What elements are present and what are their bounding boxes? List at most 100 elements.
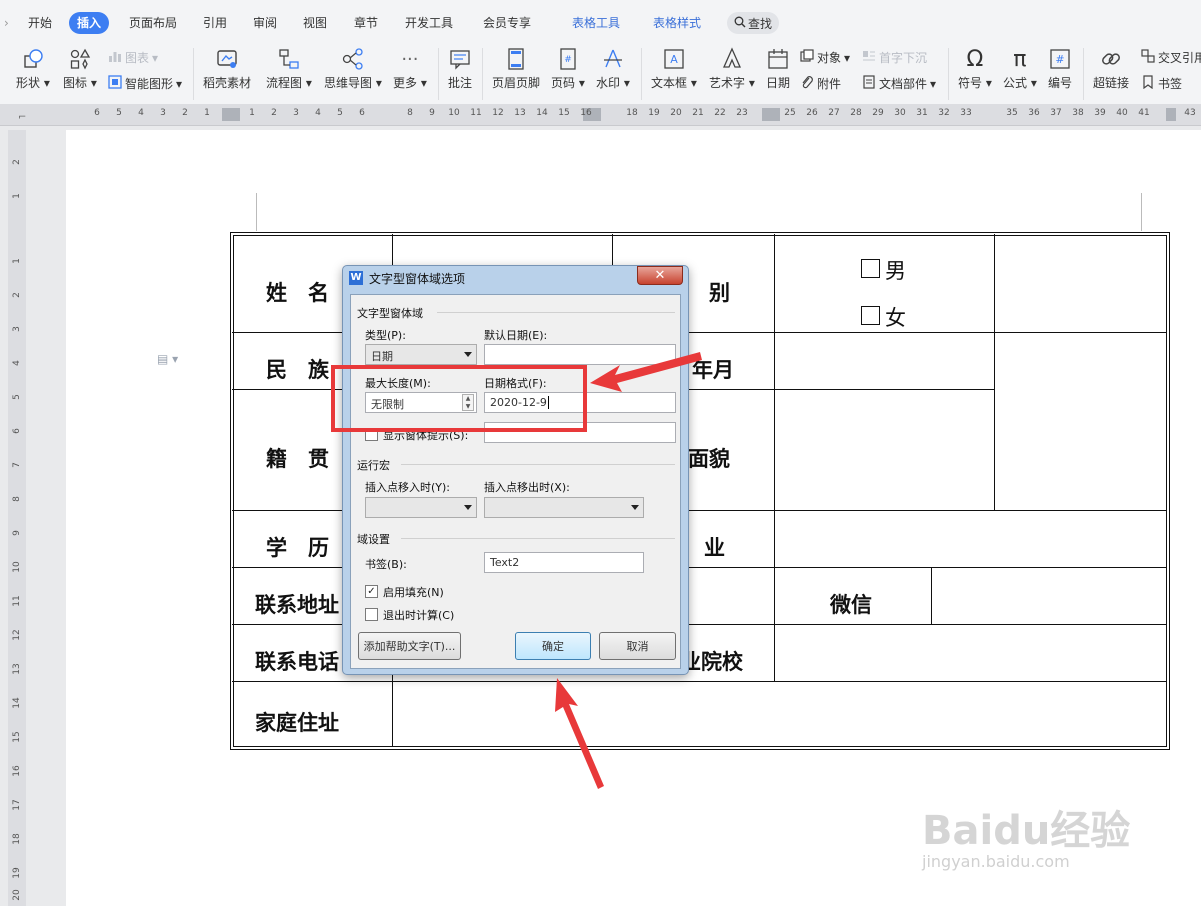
bookmark-icon [1141,75,1155,92]
shape-button[interactable]: 形状 ▾ [16,46,50,91]
chart-button[interactable]: 图表 ▾ [108,49,158,66]
calc-on-exit-label: 退出时计算(C) [383,609,455,622]
comment-button[interactable]: 批注 [447,46,473,91]
menu-overflow[interactable]: › [4,12,9,34]
section-macro-title: 运行宏 [357,459,390,472]
menu-item-table-tools[interactable]: 表格工具 [572,12,620,34]
vertical-ruler-number: 9 [12,530,22,536]
type-select[interactable]: 日期 [365,344,477,365]
enable-fill-checkbox[interactable]: ✓ [365,585,378,598]
ribbon-divider [1083,48,1084,100]
menu-item-page-layout[interactable]: 页面布局 [129,12,177,34]
ruler-number: 6 [359,108,365,118]
menu-item-table-style[interactable]: 表格样式 [653,12,701,34]
bookmark-field-input[interactable]: Text2 [484,552,644,573]
attachment-label: 附件 [817,77,842,91]
date-label: 日期 [765,76,790,90]
doc-parts-button[interactable]: 文档部件 ▾ [862,75,936,92]
vertical-ruler-number: 3 [12,326,22,332]
exit-macro-label: 插入点移出时(X): [484,481,570,494]
ruler-number: 38 [1072,108,1084,118]
textbox-button[interactable]: A 文本框 ▾ [651,46,697,91]
menu-item-home[interactable]: 开始 [28,12,52,34]
label-education: 学 历 [266,536,329,560]
bookmark-button[interactable]: 书签 [1141,75,1182,92]
entry-macro-select[interactable] [365,497,477,518]
label-phone: 联系电话 [255,650,339,674]
menu-item-review[interactable]: 审阅 [253,12,277,34]
page-number-button[interactable]: # 页码 ▾ [551,46,585,91]
chart-icon [108,49,122,66]
close-button[interactable]: ✕ [637,266,683,285]
table-col-line [931,567,932,624]
wordart-button[interactable]: 艺术字 ▾ [709,46,755,91]
vertical-ruler[interactable] [8,130,26,906]
header-footer-button[interactable]: 页眉页脚 [492,46,540,91]
exit-macro-select[interactable] [484,497,644,518]
textbox-icon: A [661,46,687,72]
ruler-number: 30 [894,108,906,118]
drop-cap-button[interactable]: 首字下沉 [862,49,927,66]
male-checkbox[interactable] [861,259,880,278]
flowchart-button[interactable]: 流程图 ▾ [266,46,312,91]
more-button[interactable]: ··· 更多 ▾ [393,46,427,91]
table-col-line [994,234,995,510]
ruler-margin-marker[interactable] [1166,108,1176,121]
menu-item-references[interactable]: 引用 [203,12,227,34]
female-checkbox[interactable] [861,306,880,325]
vertical-ruler-number: 7 [12,462,22,468]
drop-cap-label: 首字下沉 [879,51,928,65]
menu-item-developer[interactable]: 开发工具 [405,12,453,34]
chevron-down-icon [464,352,472,357]
hyperlink-button[interactable]: 超链接 [1093,46,1129,91]
label-political-status: 面貌 [688,447,730,471]
symbol-button[interactable]: Ω 符号 ▾ [958,46,992,91]
formula-button[interactable]: π 公式 ▾ [1003,46,1037,91]
hyperlink-label: 超链接 [1093,76,1130,90]
cancel-button[interactable]: 取消 [599,632,676,660]
menu-item-view[interactable]: 视图 [303,12,327,34]
label-major: 业 [704,536,725,560]
search-button[interactable]: 查找 [727,12,779,34]
mindmap-button[interactable]: 思维导图 ▾ [324,46,382,91]
chevron-down-icon [631,505,639,510]
default-date-input[interactable] [484,344,676,365]
ribbon-divider [482,48,483,100]
highlight-box [331,365,587,432]
pi-icon: π [1013,46,1027,72]
margin-mark [256,193,257,231]
attachment-button[interactable]: 附件 [800,75,841,92]
menu-item-section[interactable]: 章节 [354,12,378,34]
ruler-number: 36 [1028,108,1040,118]
ruler-number: 43 [1184,108,1196,118]
ruler-number: 12 [492,108,504,118]
vertical-ruler-number: 1 [12,193,22,199]
menu-item-insert[interactable]: 插入 [69,12,110,34]
calendar-icon [765,46,791,72]
paragraph-options-icon[interactable]: ▤ ▾ [157,352,178,366]
comment-icon [447,46,473,72]
ruler-margin-marker[interactable] [222,108,240,121]
ruler-number: 33 [960,108,972,118]
icons-button[interactable]: 图标 ▾ [63,46,97,91]
object-button[interactable]: 对象 ▾ [800,49,850,66]
label-school: 业院校 [680,650,743,674]
numbering-label: 编号 [1047,76,1072,90]
numbering-button[interactable]: # 编号 [1047,46,1073,91]
ruler-column-marker[interactable] [762,108,780,121]
ruler-tab-selector[interactable]: ⌐ [18,112,26,123]
smart-graphic-button[interactable]: 智能图形 ▾ [108,75,182,92]
add-help-text-button[interactable]: 添加帮助文字(T)... [358,632,461,660]
ok-button[interactable]: 确定 [515,632,591,660]
calc-on-exit-checkbox[interactable] [365,608,378,621]
cross-ref-button[interactable]: 交叉引用 [1141,49,1201,66]
svg-text:#: # [1055,53,1064,66]
watermark-button[interactable]: 水印 ▾ [596,46,630,91]
icons-label: 图标 [63,76,88,90]
form-field-options-dialog[interactable]: W 文字型窗体域选项 ✕ 文字型窗体域 类型(P): 日期 默认日期(E): 最… [342,265,689,675]
docer-material-button[interactable]: 稻壳素材 [203,46,251,91]
vertical-ruler-number: 10 [12,561,22,573]
date-button[interactable]: 日期 [765,46,791,91]
menu-item-member[interactable]: 会员专享 [483,12,531,34]
more-label: 更多 [393,76,418,90]
